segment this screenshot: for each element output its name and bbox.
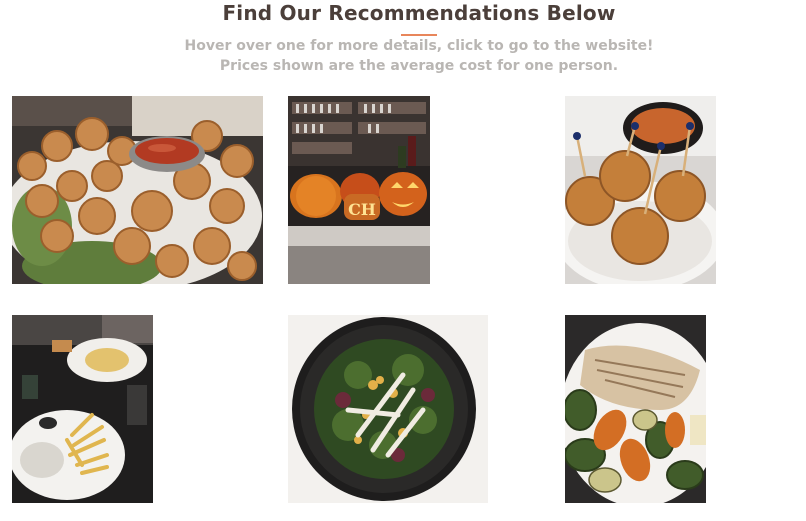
subtitle-price-note: Prices shown are the average cost for on… bbox=[219, 58, 619, 74]
pumpkin-carving-text: CH bbox=[348, 200, 376, 219]
title-underline bbox=[401, 34, 437, 36]
recommendation-card-6[interactable] bbox=[565, 315, 706, 503]
recommendation-card-1[interactable] bbox=[12, 96, 263, 284]
subtitle-hover-instructions: Hover over one for more details, click t… bbox=[184, 38, 654, 54]
recommendation-card-5[interactable] bbox=[288, 315, 488, 503]
halloween-pumpkins-photo: CH bbox=[288, 96, 430, 284]
recommendation-card-4[interactable] bbox=[12, 315, 153, 503]
salad-bowl-photo bbox=[288, 315, 488, 503]
fried-cauliflower-photo bbox=[12, 96, 263, 284]
fries-and-dip-table-photo bbox=[12, 315, 153, 503]
fish-with-grilled-vegetables-photo bbox=[565, 315, 706, 503]
recommendation-card-2[interactable]: CH bbox=[288, 96, 430, 284]
page-title: Find Our Recommendations Below bbox=[222, 1, 616, 25]
recommendation-card-3[interactable] bbox=[565, 96, 716, 284]
croquettes-on-skewers-photo bbox=[565, 96, 716, 284]
